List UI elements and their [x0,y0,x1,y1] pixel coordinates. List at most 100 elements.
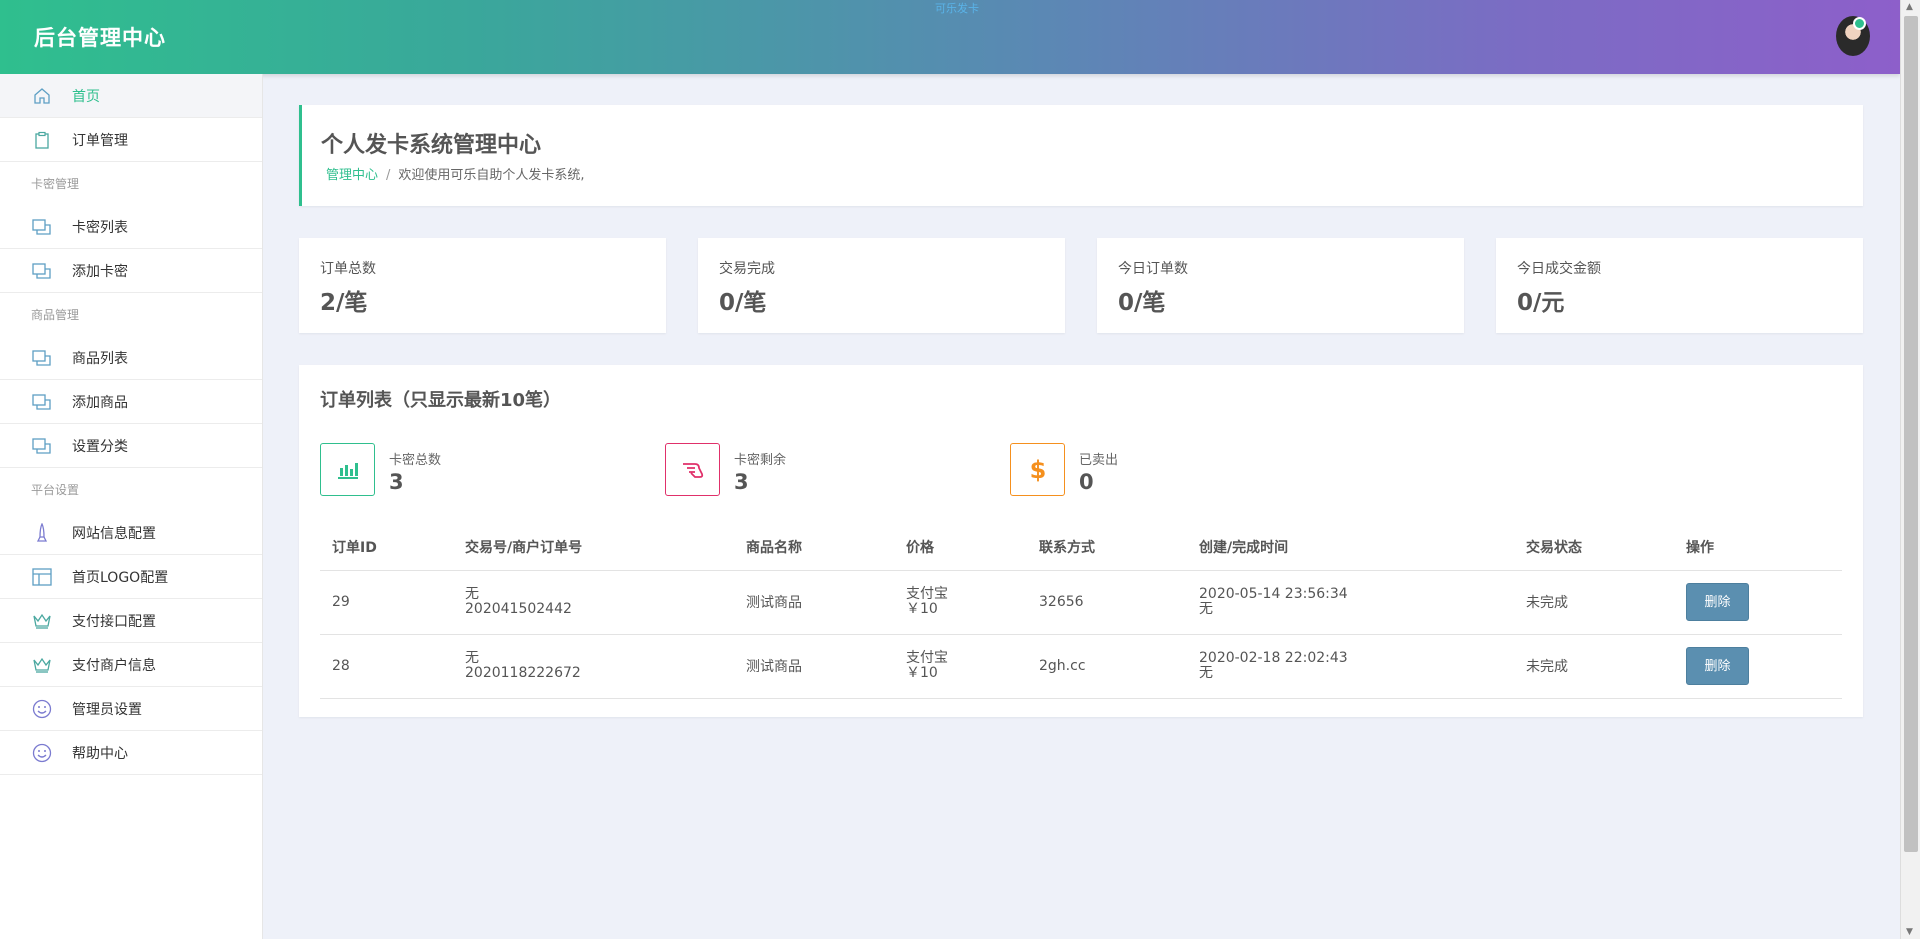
breadcrumb-welcome-text: 欢迎使用可乐自助个人发卡系统, [398,168,585,183]
hand-icon [665,443,720,496]
sidebar-item-label: 网站信息配置 [72,525,156,542]
stat-value: 2/笔 [320,290,368,316]
sidebar-item-logo-config[interactable]: 首页LOGO配置 [0,555,262,599]
online-status-dot [1853,17,1866,30]
sidebar-item-merchant-info[interactable]: 支付商户信息 [0,643,262,687]
cards-icon [32,348,52,368]
price: ￥10 [906,665,938,681]
sidebar-item-label: 订单管理 [72,132,128,149]
mini-stat-remaining-cards: 卡密剩余 3 [665,443,965,499]
breadcrumb: 管理中心 / 欢迎使用可乐自助个人发卡系统, [326,164,585,183]
mini-stat-value: 3 [734,470,749,494]
header-center-text: 可乐发卡 [935,2,979,15]
cell-status: 未完成 [1514,570,1674,635]
sidebar-item-label: 帮助中心 [72,745,128,762]
sidebar-item-site-config[interactable]: 网站信息配置 [0,511,262,555]
sidebar-item-add-product[interactable]: 添加商品 [0,380,262,424]
clipboard-icon [32,130,52,150]
cell-order-id: 29 [320,570,453,635]
sidebar-item-label: 首页 [72,88,100,105]
svg-text:$: $ [1029,456,1046,484]
price: ￥10 [906,601,938,617]
sidebar-group-card-management: 卡密管理 [31,177,80,191]
cards-icon [32,217,52,237]
column-header-product: 商品名称 [734,525,894,571]
sidebar-item-label: 商品列表 [72,350,128,367]
scroll-down-arrow-icon[interactable]: ▼ [1906,927,1913,937]
column-header-contact: 联系方式 [1027,525,1187,571]
stat-value: 0/笔 [1118,290,1166,316]
sidebar: 首页 订单管理 卡密管理 卡密列表 添加卡密 商品管理 商品列表 添加商品 设置… [0,74,263,939]
breadcrumb-separator: / [386,168,391,183]
sidebar-item-home[interactable]: 首页 [0,74,262,118]
sidebar-item-help-center[interactable]: 帮助中心 [0,731,262,775]
sidebar-item-label: 管理员设置 [72,701,142,718]
scroll-up-arrow-icon[interactable]: ▲ [1906,2,1913,12]
cell-time: 2020-05-14 23:56:34 无 [1187,570,1514,635]
cell-order-id: 28 [320,634,453,699]
merchant-order-no: 2020118222672 [465,665,581,681]
stat-label: 订单总数 [320,261,376,277]
sidebar-item-payment-config[interactable]: 支付接口配置 [0,599,262,643]
sidebar-item-admin-settings[interactable]: 管理员设置 [0,687,262,731]
scrollbar-thumb[interactable] [1904,16,1918,852]
stat-label: 今日成交金额 [1517,261,1601,277]
mini-stat-label: 卡密总数 [389,453,442,468]
column-header-action: 操作 [1674,525,1842,571]
sidebar-item-label: 设置分类 [72,438,128,455]
sidebar-item-card-list[interactable]: 卡密列表 [0,205,262,249]
delete-button[interactable]: 删除 [1686,647,1749,685]
table-row: 28 无 2020118222672 测试商品 支付宝 ￥10 2gh.cc 2… [320,634,1842,699]
cell-action: 删除 [1674,570,1842,635]
delete-button[interactable]: 删除 [1686,583,1749,621]
stat-card-today-orders: 今日订单数 0/笔 [1097,238,1464,333]
cell-action: 删除 [1674,634,1842,699]
sidebar-item-label: 支付商户信息 [72,657,156,674]
sidebar-item-orders[interactable]: 订单管理 [0,118,262,162]
cell-product: 测试商品 [734,570,894,635]
sidebar-item-set-category[interactable]: 设置分类 [0,424,262,468]
cell-time: 2020-02-18 22:02:43 无 [1187,634,1514,699]
home-icon [32,86,52,106]
stat-label: 交易完成 [719,261,775,277]
cell-price: 支付宝 ￥10 [894,634,1027,699]
stat-card-total-orders: 订单总数 2/笔 [299,238,666,333]
mini-stat-value: 0 [1079,470,1094,494]
cell-trade-no: 无 2020118222672 [453,634,734,699]
page-title: 个人发卡系统管理中心 [321,133,542,158]
merchant-order-no: 202041502442 [465,601,572,617]
crown-icon [32,611,52,631]
mini-stat-label: 已卖出 [1079,453,1119,468]
finished-time: 无 [1199,665,1213,681]
cards-icon [32,436,52,456]
table-header-row: 订单ID 交易号/商户订单号 商品名称 价格 联系方式 创建/完成时间 交易状态… [320,525,1842,571]
rocket-icon [32,522,52,543]
breadcrumb-link[interactable]: 管理中心 [326,168,378,183]
column-header-status: 交易状态 [1514,525,1674,571]
sidebar-item-product-list[interactable]: 商品列表 [0,336,262,380]
created-time: 2020-05-14 23:56:34 [1199,586,1348,602]
cell-product: 测试商品 [734,634,894,699]
trade-no: 无 [465,650,479,666]
column-header-order-id: 订单ID [320,525,453,571]
page-header-card: 个人发卡系统管理中心 管理中心 / 欢迎使用可乐自助个人发卡系统, [299,105,1863,206]
mini-stat-label: 卡密剩余 [734,453,787,468]
dollar-icon: $ [1010,443,1065,496]
mini-stat-value: 3 [389,470,404,494]
smile-icon [32,743,52,763]
orders-table: 订单ID 交易号/商户订单号 商品名称 价格 联系方式 创建/完成时间 交易状态… [320,525,1842,699]
sidebar-item-add-card[interactable]: 添加卡密 [0,249,262,293]
bar-chart-icon [320,443,375,496]
pay-method: 支付宝 [906,650,948,666]
brand-title[interactable]: 后台管理中心 [34,22,166,52]
created-time: 2020-02-18 22:02:43 [1199,650,1348,666]
crown-icon [32,655,52,675]
sidebar-item-label: 添加商品 [72,394,128,411]
sidebar-item-label: 卡密列表 [72,219,128,236]
finished-time: 无 [1199,601,1213,617]
cards-icon [32,392,52,412]
smile-icon [32,699,52,719]
sidebar-item-label: 支付接口配置 [72,613,156,630]
cell-contact: 32656 [1027,570,1187,635]
page-scrollbar[interactable]: ▲ ▼ [1900,0,1920,939]
